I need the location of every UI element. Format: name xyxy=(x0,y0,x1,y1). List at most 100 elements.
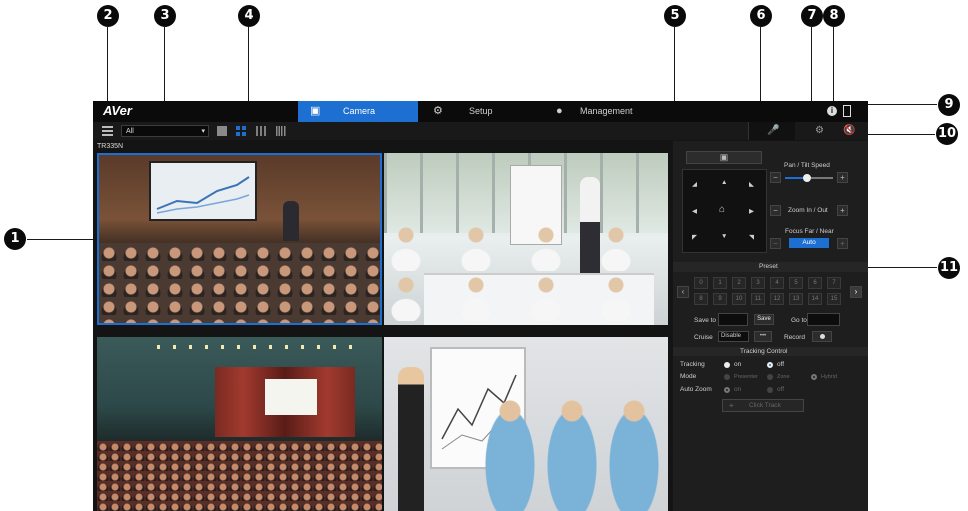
callout-1: 1 xyxy=(4,228,26,250)
preset-15[interactable]: 15 xyxy=(827,293,841,305)
tab-camera[interactable]: ▣ Camera xyxy=(298,101,418,122)
preset-2[interactable]: 2 xyxy=(732,277,746,289)
video-tile-auditorium[interactable] xyxy=(97,337,382,511)
info-icon[interactable]: i xyxy=(827,106,837,116)
camera-group-select[interactable]: All ▾ xyxy=(121,125,209,137)
speaker-mute-icon[interactable]: 🔇 xyxy=(843,125,855,137)
ptz-control-panel: ▣ ◢ ▲ ◣ ◀ ⌂ ▶ ◤ ▼ ◥ Pan / Tilt Speed − +… xyxy=(673,141,868,511)
save-to-input[interactable] xyxy=(718,313,748,326)
go-to-label: Go to xyxy=(791,317,807,324)
snapshot-settings-icon[interactable]: ⚙ xyxy=(815,125,824,137)
arrow-down-left-icon[interactable]: ◤ xyxy=(692,233,697,241)
preset-6[interactable]: 6 xyxy=(808,277,822,289)
zoom-out-button[interactable]: − xyxy=(770,205,781,216)
auto-zoom-off-label: off xyxy=(777,386,785,393)
focus-near-button[interactable]: + xyxy=(837,238,848,249)
go-to-input[interactable] xyxy=(807,313,840,326)
cruise-select[interactable]: Disable xyxy=(718,331,749,342)
click-track-button[interactable]: ⌖ Click Track xyxy=(722,399,804,412)
arrow-left-icon[interactable]: ◀ xyxy=(692,207,697,215)
logout-icon[interactable] xyxy=(843,105,851,117)
tracking-on-radio[interactable] xyxy=(724,362,730,368)
video-tile-conference[interactable] xyxy=(97,153,382,325)
preset-next-button[interactable]: › xyxy=(850,286,862,298)
preset-3[interactable]: 3 xyxy=(751,277,765,289)
focus-auto-button[interactable]: Auto xyxy=(789,238,829,248)
audience-seats xyxy=(97,441,382,511)
preset-12[interactable]: 12 xyxy=(770,293,784,305)
arrow-up-icon[interactable]: ▲ xyxy=(721,179,727,186)
zoom-in-button[interactable]: + xyxy=(837,205,848,216)
tracking-on-label: on xyxy=(734,361,742,368)
video-tile-presentation[interactable] xyxy=(384,337,668,511)
arrow-up-right-icon[interactable]: ◣ xyxy=(749,180,754,188)
preset-title: Preset xyxy=(759,263,778,270)
audience xyxy=(99,243,380,323)
stage-screen xyxy=(265,379,317,415)
mode-zone-label: Zone xyxy=(777,374,790,380)
pan-tilt-speed-decrease[interactable]: − xyxy=(770,172,781,183)
auto-zoom-on-radio[interactable] xyxy=(724,387,730,393)
tracking-header: Tracking Control xyxy=(673,347,868,356)
video-tile-meeting[interactable] xyxy=(384,153,668,325)
crosshair-icon: ⌖ xyxy=(729,401,734,410)
app-window: AVer ▣ Camera ⚙ Setup ● Management i All… xyxy=(93,101,868,511)
preset-1[interactable]: 1 xyxy=(713,277,727,289)
preset-header: Preset xyxy=(673,262,868,272)
tab-setup[interactable]: ⚙ Setup xyxy=(421,101,541,122)
tab-management[interactable]: ● Management xyxy=(544,101,664,122)
mode-zone-radio[interactable] xyxy=(767,374,773,380)
zoom-label: Zoom In / Out xyxy=(788,207,828,214)
mode-presenter-radio[interactable] xyxy=(724,374,730,380)
layout-4x4-icon[interactable] xyxy=(276,126,286,136)
pan-tilt-speed-increase[interactable]: + xyxy=(837,172,848,183)
auto-zoom-off-radio[interactable] xyxy=(767,387,773,393)
callout-7: 7 xyxy=(801,5,823,27)
arrow-down-right-icon[interactable]: ◥ xyxy=(749,233,754,241)
mode-label: Mode xyxy=(680,373,697,380)
preset-5[interactable]: 5 xyxy=(789,277,803,289)
mode-hybrid-radio[interactable] xyxy=(811,374,817,380)
preset-7[interactable]: 7 xyxy=(827,277,841,289)
focus-far-button[interactable]: − xyxy=(770,238,781,249)
pan-tilt-speed-label: Pan / Tilt Speed xyxy=(784,162,830,169)
cruise-more-button[interactable]: ••• xyxy=(754,331,772,342)
preset-10[interactable]: 10 xyxy=(732,293,746,305)
click-track-label: Click Track xyxy=(749,402,781,409)
preset-prev-button[interactable]: ‹ xyxy=(677,286,689,298)
tracking-off-radio[interactable] xyxy=(767,362,773,368)
pan-tilt-speed-thumb[interactable] xyxy=(802,174,811,182)
leader-line xyxy=(857,134,935,135)
save-button[interactable]: Save xyxy=(754,314,774,325)
preset-9[interactable]: 9 xyxy=(713,293,727,305)
preset-13[interactable]: 13 xyxy=(789,293,803,305)
cruise-value: Disable xyxy=(721,333,742,339)
camera-name: TR335N xyxy=(97,143,124,150)
home-icon[interactable]: ⌂ xyxy=(719,204,725,215)
tab-management-label: Management xyxy=(580,106,633,116)
layout-3x3-icon[interactable] xyxy=(256,126,266,136)
arrow-right-icon[interactable]: ▶ xyxy=(749,207,754,215)
preset-11[interactable]: 11 xyxy=(751,293,765,305)
record-icon xyxy=(820,334,825,339)
layout-2x2-icon[interactable] xyxy=(236,126,246,136)
preset-8[interactable]: 8 xyxy=(694,293,708,305)
callout-2: 2 xyxy=(97,5,119,27)
layout-1x1-icon[interactable] xyxy=(217,126,227,136)
attendees xyxy=(384,221,668,325)
camera-icon: ▣ xyxy=(719,152,729,162)
record-label: Record xyxy=(784,334,805,341)
preset-0[interactable]: 0 xyxy=(694,277,708,289)
menu-icon[interactable] xyxy=(102,126,113,136)
mic-mute-button[interactable]: 🎤 xyxy=(748,122,795,140)
pan-tilt-speed-slider[interactable] xyxy=(785,174,833,182)
record-button[interactable] xyxy=(812,331,832,342)
snapshot-button[interactable]: ▣ xyxy=(686,151,762,164)
toolbar: All ▾ 🎤 ⚙ 🔇 xyxy=(93,122,868,140)
preset-14[interactable]: 14 xyxy=(808,293,822,305)
callout-5: 5 xyxy=(664,5,686,27)
auto-zoom-label: Auto Zoom xyxy=(680,386,712,393)
arrow-down-icon[interactable]: ▼ xyxy=(721,233,727,240)
preset-4[interactable]: 4 xyxy=(770,277,784,289)
arrow-up-left-icon[interactable]: ◢ xyxy=(692,180,697,188)
